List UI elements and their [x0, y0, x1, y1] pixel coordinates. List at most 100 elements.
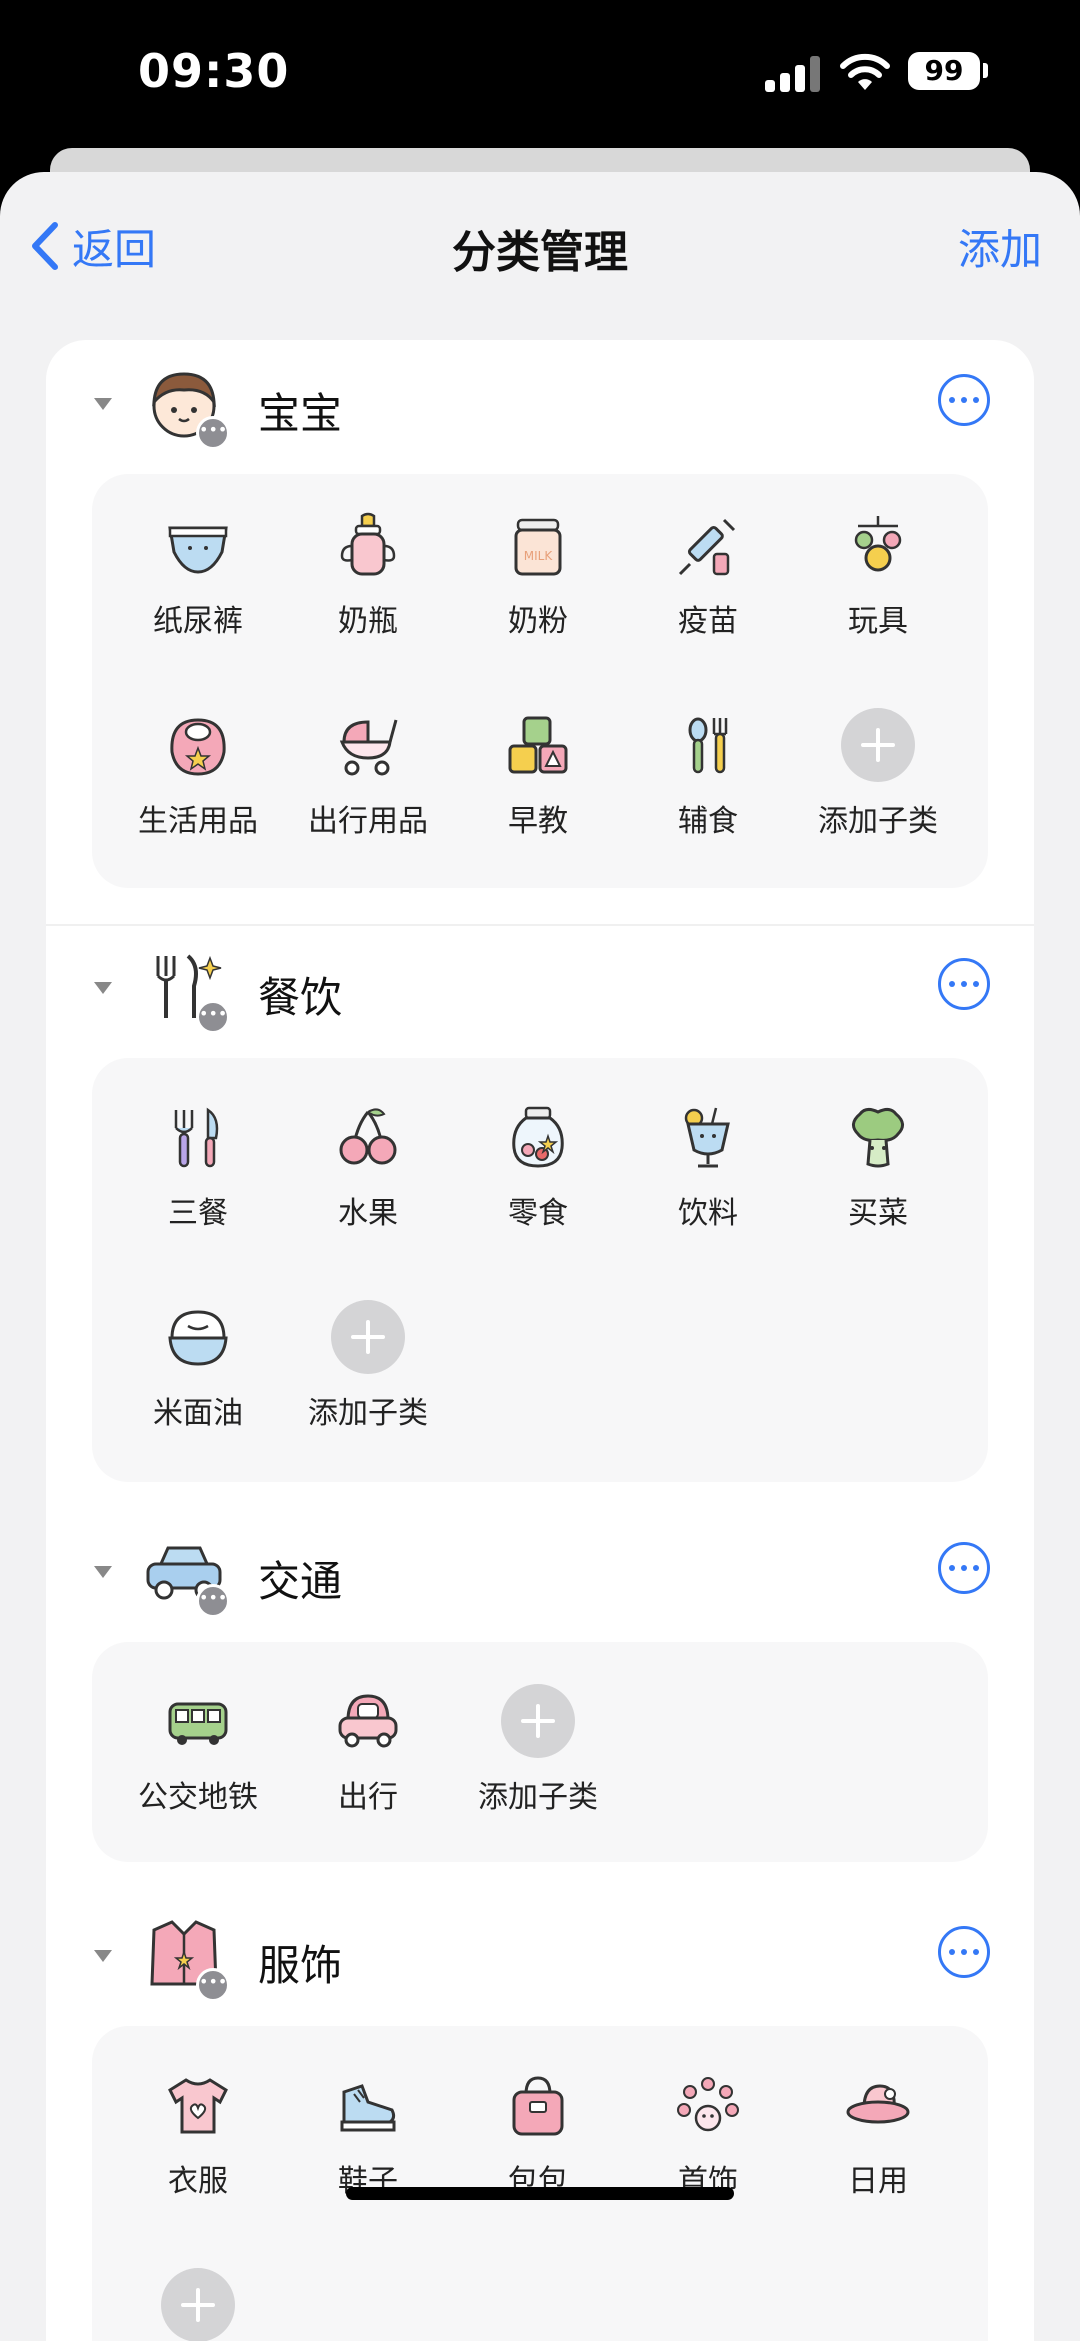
- more-options-button[interactable]: [938, 958, 990, 1010]
- broccoli-icon: [852, 1107, 904, 1168]
- category-list: ••• 宝宝 纸尿裤 奶瓶 MILK 奶粉 疫苗 玩具 生活用品 出行用品 早教…: [46, 340, 1034, 2341]
- plus-icon: [501, 1684, 575, 1758]
- subcategory-label: 奶粉: [508, 604, 568, 639]
- category-name: 餐饮: [258, 973, 343, 1022]
- tshirt-icon: [168, 2078, 228, 2134]
- category-name: 交通: [258, 1557, 343, 1606]
- plus-icon: [841, 708, 915, 782]
- fork-knife-icon: [174, 1107, 219, 1168]
- subcategory-grid: 衣服 鞋子 包包 首饰 日用: [92, 2026, 988, 2341]
- cellular-signal-icon: [765, 56, 821, 92]
- battery-icon: 99: [908, 52, 980, 90]
- drink-icon: [684, 1107, 730, 1168]
- add-subcategory-button[interactable]: 添加子类: [458, 1660, 618, 1830]
- category-header[interactable]: ••• 餐饮: [46, 924, 1034, 1056]
- subcategory-label: 疫苗: [678, 604, 738, 639]
- category-name: 宝宝: [258, 389, 343, 438]
- add-category-button[interactable]: 添加: [958, 216, 1042, 277]
- subcategory-grid: 三餐 水果 零食 饮料 买菜 米面油 添加子类: [92, 1058, 988, 1482]
- cardigan-icon[interactable]: •••: [144, 1914, 230, 2002]
- subcategory-item[interactable]: 奶瓶: [288, 484, 448, 654]
- page-title: 分类管理: [452, 227, 628, 278]
- subcategory-item[interactable]: 疫苗: [628, 484, 788, 654]
- svg-text:MILK: MILK: [524, 549, 554, 563]
- edit-badge-icon: •••: [196, 1584, 230, 1618]
- subcategory-item[interactable]: 公交地铁: [118, 1660, 278, 1830]
- baby-face-icon[interactable]: •••: [144, 362, 230, 450]
- add-subcategory-button[interactable]: 添加子类: [288, 1276, 448, 1446]
- home-indicator[interactable]: [346, 2187, 734, 2200]
- subcategory-item[interactable]: 饮料: [628, 1076, 788, 1246]
- subcategory-label: 水果: [338, 1196, 398, 1231]
- subcategory-item[interactable]: 三餐: [118, 1076, 278, 1246]
- subcategory-label: 日用: [848, 2164, 908, 2199]
- more-options-button[interactable]: [938, 1926, 990, 1978]
- small-car-icon: [338, 1694, 398, 1748]
- wifi-icon: [840, 53, 890, 90]
- baby-bottle-icon: [340, 512, 396, 576]
- subcategory-item[interactable]: 日用: [798, 2044, 958, 2214]
- sneaker-icon: [340, 2084, 396, 2132]
- add-subcategory-label: 添加子类: [478, 1780, 598, 1815]
- subcategory-label: 三餐: [168, 1196, 228, 1231]
- subcategory-label: 买菜: [848, 1196, 908, 1231]
- add-subcategory-button[interactable]: [118, 2244, 278, 2341]
- subcategory-label: 衣服: [168, 2164, 228, 2199]
- subcategory-item[interactable]: 米面油: [118, 1276, 278, 1446]
- diaper-icon: [168, 526, 228, 574]
- bus-icon: [168, 1702, 228, 1745]
- plus-icon: [161, 2268, 235, 2341]
- more-options-button[interactable]: [938, 374, 990, 426]
- modal-sheet: 返回 分类管理 添加 ••• 宝宝 纸尿裤 奶瓶 MILK 奶粉 疫苗 玩具 生…: [0, 172, 1080, 2341]
- syringe-icon: [678, 518, 736, 576]
- car-icon[interactable]: •••: [144, 1530, 230, 1618]
- subcategory-item[interactable]: 出行: [288, 1660, 448, 1830]
- subcategory-label: 出行用品: [308, 804, 428, 839]
- subcategory-item[interactable]: MILK 奶粉: [458, 484, 618, 654]
- snack-jar-icon: [512, 1106, 564, 1168]
- add-subcategory-label: 添加子类: [308, 1396, 428, 1431]
- category-section: ••• 宝宝 纸尿裤 奶瓶 MILK 奶粉 疫苗 玩具 生活用品 出行用品 早教…: [46, 340, 1034, 888]
- battery-tip: [983, 63, 988, 78]
- edit-badge-icon: •••: [196, 1968, 230, 2002]
- collapse-triangle-icon[interactable]: [94, 1950, 112, 1962]
- category-header[interactable]: ••• 交通: [46, 1508, 1034, 1640]
- category-section: ••• 交通 公交地铁 出行 添加子类: [46, 1508, 1034, 1862]
- subcategory-item[interactable]: 早教: [458, 684, 618, 854]
- milk-powder-icon: MILK: [514, 518, 562, 576]
- add-subcategory-label: 添加子类: [818, 804, 938, 839]
- more-options-button[interactable]: [938, 1542, 990, 1594]
- subcategory-item[interactable]: 买菜: [798, 1076, 958, 1246]
- edit-badge-icon: •••: [196, 1000, 230, 1034]
- subcategory-label: 饮料: [678, 1196, 738, 1231]
- subcategory-grid: 公交地铁 出行 添加子类: [92, 1642, 988, 1862]
- subcategory-item[interactable]: 衣服: [118, 2044, 278, 2214]
- subcategory-grid: 纸尿裤 奶瓶 MILK 奶粉 疫苗 玩具 生活用品 出行用品 早教 辅食 添加子…: [92, 474, 988, 888]
- subcategory-item[interactable]: 辅食: [628, 684, 788, 854]
- subcategory-item[interactable]: 纸尿裤: [118, 484, 278, 654]
- subcategory-item[interactable]: 出行用品: [288, 684, 448, 854]
- subcategory-item[interactable]: 水果: [288, 1076, 448, 1246]
- toy-icon: [854, 516, 902, 572]
- collapse-triangle-icon[interactable]: [94, 982, 112, 994]
- stroller-icon: [339, 719, 398, 776]
- category-header[interactable]: ••• 宝宝: [46, 340, 1034, 472]
- subcategory-item[interactable]: 零食: [458, 1076, 618, 1246]
- blocks-icon: [508, 716, 568, 774]
- cherry-icon: [339, 1108, 397, 1165]
- status-time: 09:30: [138, 44, 290, 98]
- edit-badge-icon: •••: [196, 416, 230, 450]
- subcategory-label: 米面油: [153, 1396, 243, 1431]
- navigation-bar: 返回 分类管理 添加: [0, 172, 1080, 322]
- collapse-triangle-icon[interactable]: [94, 1566, 112, 1578]
- subcategory-item[interactable]: 生活用品: [118, 684, 278, 854]
- subcategory-label: 早教: [508, 804, 568, 839]
- category-header[interactable]: ••• 服饰: [46, 1892, 1034, 2024]
- bib-icon: [170, 718, 226, 776]
- subcategory-label: 玩具: [848, 604, 908, 639]
- add-subcategory-button[interactable]: 添加子类: [798, 684, 958, 854]
- subcategory-item[interactable]: 玩具: [798, 484, 958, 654]
- collapse-triangle-icon[interactable]: [94, 398, 112, 410]
- cutlery-icon[interactable]: •••: [144, 946, 230, 1034]
- subcategory-label: 纸尿裤: [153, 604, 243, 639]
